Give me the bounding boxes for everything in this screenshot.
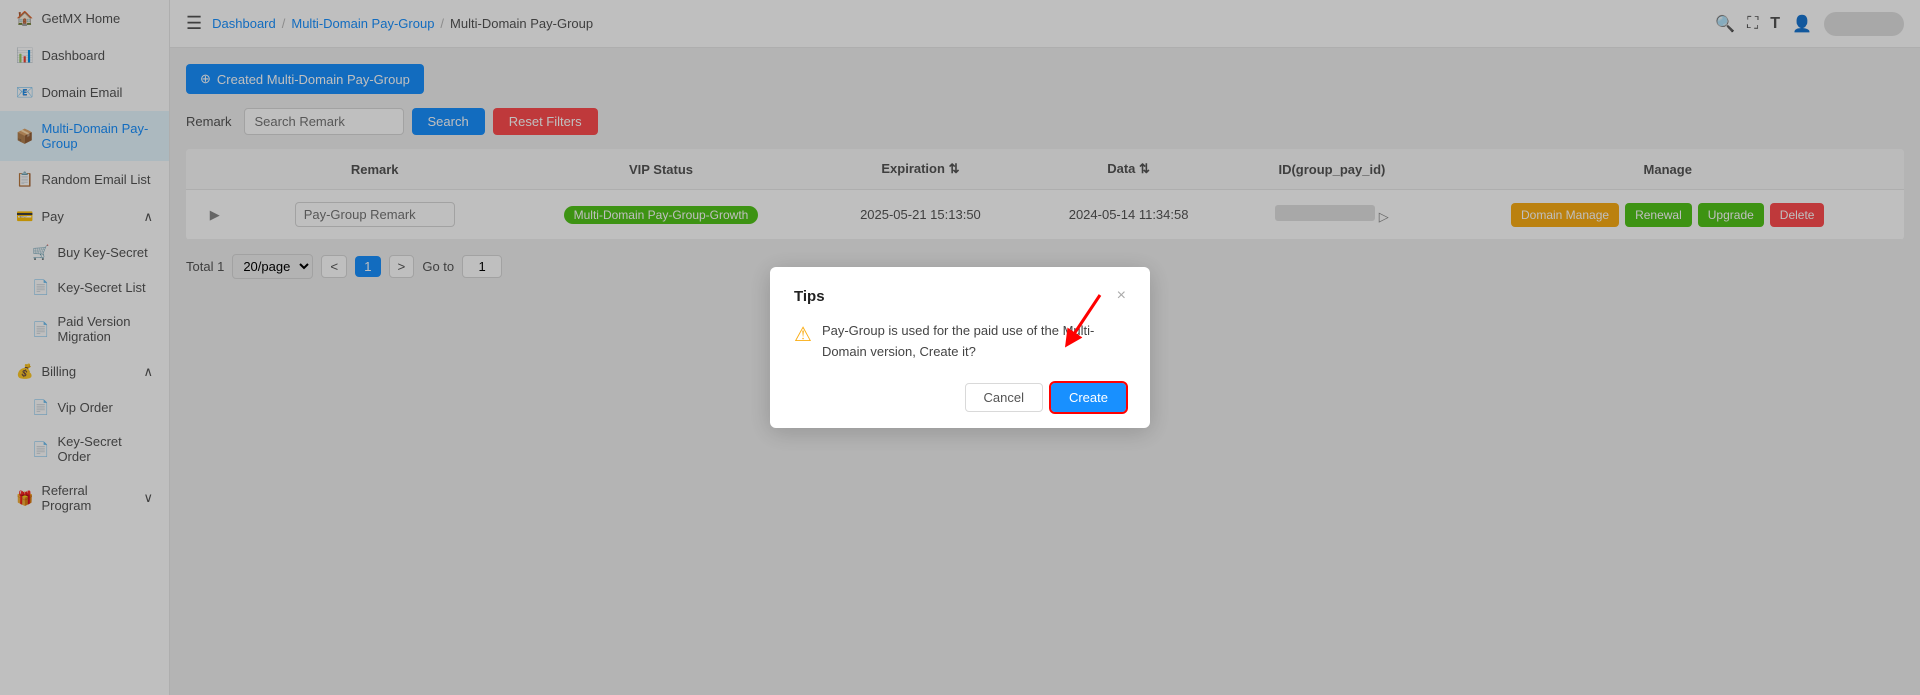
modal-body: ⚠ Pay-Group is used for the paid use of …: [794, 321, 1126, 363]
create-button[interactable]: Create: [1051, 383, 1126, 412]
cancel-button[interactable]: Cancel: [965, 383, 1043, 412]
tips-modal: Tips × ⚠ Pay-Group is used for the paid …: [770, 267, 1150, 428]
modal-message: Pay-Group is used for the paid use of th…: [822, 321, 1126, 363]
warning-icon: ⚠: [794, 322, 812, 347]
modal-title: Tips: [794, 288, 825, 305]
modal-close-button[interactable]: ×: [1117, 287, 1126, 305]
modal-footer: Cancel Create: [794, 383, 1126, 412]
modal-header: Tips ×: [794, 287, 1126, 305]
modal-overlay[interactable]: Tips × ⚠ Pay-Group is used for the paid …: [0, 0, 1920, 695]
